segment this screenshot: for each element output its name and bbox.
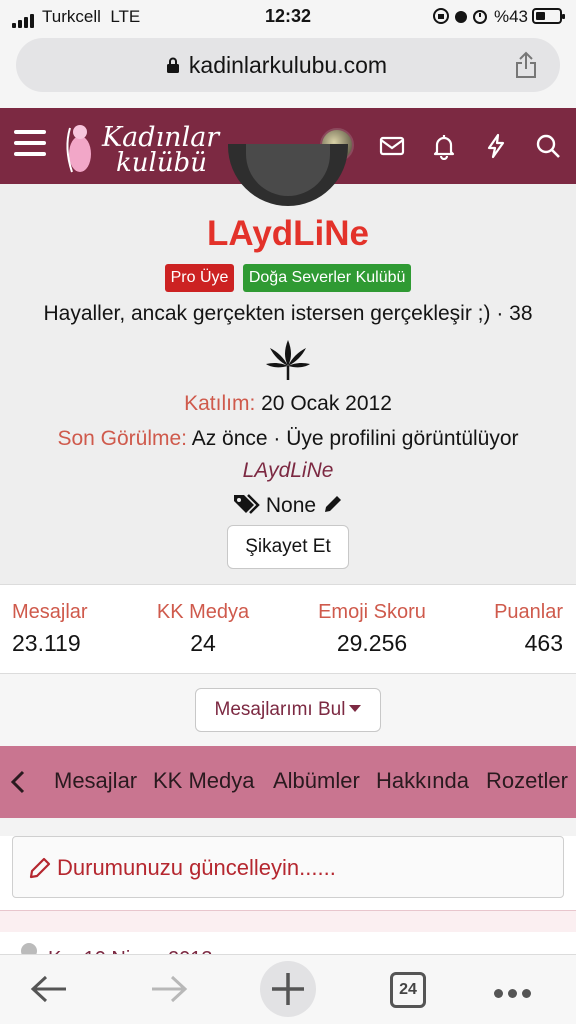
stat-value: 24 [190,630,216,656]
find-messages-label: Mesajlarımı Bul [214,699,346,720]
stat-label: Puanlar [494,601,563,623]
plus-icon [272,973,304,1005]
logo-text: kulübü [116,148,207,178]
ios-status-bar: Turkcell LTE 12:32 %43 [0,0,576,34]
battery-percent: %43 [493,7,528,26]
leaf-icon [266,340,310,380]
stat-label: KK Medya [156,601,250,623]
url-text: kadinlarkulubu.com [188,52,388,78]
rotation-lock-alarm-icon [433,8,487,24]
bell-icon[interactable] [430,132,458,160]
lightning-icon[interactable] [482,132,510,160]
badge-club[interactable]: Doğa Severler Kulübü [242,264,412,292]
tab-about[interactable]: Hakkında [376,768,469,794]
tags-icon [234,494,260,514]
stat-value: 463 [524,630,563,656]
badge-pro-member: Pro Üye [164,264,235,292]
battery-fill [536,12,545,20]
tab-kk-media[interactable]: KK Medya [153,768,255,794]
battery-icon [532,8,565,24]
tags-row: None [0,493,576,518]
stat-emoji-score[interactable]: Emoji Skoru 29.256 [312,601,432,657]
address-bar[interactable]: kadinlarkulubu.com [16,38,560,92]
last-seen-user-link[interactable]: LAydLiNe [243,459,334,482]
find-bar: Mesajlarımı Bul [0,674,576,746]
pencil-icon[interactable] [322,493,344,515]
tab-badges[interactable]: Rozetler [486,768,568,794]
tab-albums[interactable]: Albümler [273,768,360,794]
search-icon[interactable] [534,132,562,160]
find-messages-button[interactable]: Mesajlarımı Bul [195,688,381,732]
stat-kk-media[interactable]: KK Medya 24 [153,601,253,657]
profile-stats: Mesajlar 23.119 KK Medya 24 Emoji Skoru … [0,584,576,674]
divider [0,910,576,932]
user-badges: Pro Üye Doğa Severler Kulübü [0,264,576,292]
user-tagline: Hayaller, ancak gerçekten istersen gerçe… [43,302,533,325]
forward-icon[interactable] [148,969,190,1009]
logo-figure-icon [66,125,91,173]
chevron-left-icon[interactable] [8,768,28,796]
last-seen-user-row: LAydLiNe [0,459,576,483]
menu-icon[interactable] [14,130,46,160]
joined-value: 20 Ocak 2012 [261,392,392,415]
tags-value: None [265,494,317,517]
tab-switcher-button[interactable]: 24 [390,972,426,1008]
more-options-icon[interactable] [494,985,536,1003]
last-seen-value: Az önce · Üye profilini görüntülüyor [191,427,519,450]
stat-value: 23.119 [12,630,81,656]
stat-value: 29.256 [336,630,408,656]
stat-label: Mesajlar [12,601,88,623]
mail-icon[interactable] [378,132,406,160]
status-update-placeholder: Durumunuzu güncelleyin...... [57,855,336,880]
pencil-icon [29,857,51,879]
profile-header: LAydLiNe Pro Üye Doğa Severler Kulübü Ha… [0,144,576,584]
share-icon[interactable] [514,51,538,79]
browser-chrome: kadinlarkulubu.com [0,34,576,108]
tab-messages[interactable]: Mesajlar [54,768,137,794]
profile-avatar[interactable] [228,144,348,206]
status-icons [432,7,490,30]
profile-tabs: Mesajlar KK Medya Albümler Hakkında Roze… [0,746,576,818]
browser-toolbar: 24 [0,954,576,1024]
stat-messages[interactable]: Mesajlar 23.119 [12,601,88,657]
new-tab-button[interactable] [260,961,316,1017]
joined-label: Katılım: [184,392,256,415]
stat-points[interactable]: Puanlar 463 [494,601,563,657]
profile-username[interactable]: LAydLiNe [0,214,576,254]
last-seen-label: Son Görülme: [57,427,188,450]
last-seen-row: Son Görülme: Az önce · Üye profilini gör… [0,427,576,451]
stat-label: Emoji Skoru [318,601,426,623]
status-update-input[interactable]: Durumunuzu güncelleyin...... [12,836,564,898]
report-button[interactable]: Şikayet Et [227,525,349,569]
joined-row: Katılım: 20 Ocak 2012 [0,392,576,416]
section-gap [0,818,576,836]
site-logo[interactable]: Kadınlar kulübü [62,116,222,178]
back-icon[interactable] [28,969,70,1009]
chevron-down-icon [349,705,362,712]
